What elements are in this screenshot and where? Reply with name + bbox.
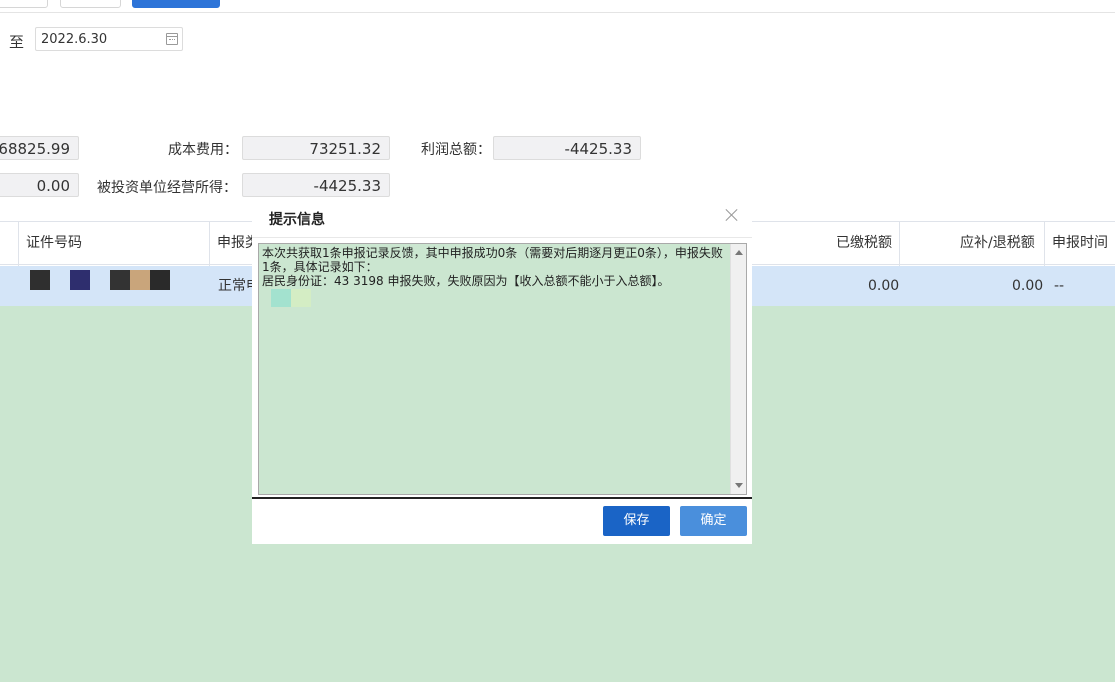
- header-declare-time: 申报时间: [1052, 235, 1108, 251]
- end-date-value: 2022.6.30: [41, 32, 108, 47]
- tax-declaration-page: 至 2022.6.30 68825.99 成本费用： 73251.32 利润总额…: [0, 0, 1115, 684]
- top-divider: [0, 12, 1115, 13]
- scroll-down-icon[interactable]: [735, 483, 743, 488]
- invested-income-field: -4425.33: [242, 173, 390, 197]
- profit-label: 利润总额：: [421, 142, 491, 158]
- header-id-number: 证件号码: [26, 235, 82, 251]
- redaction-block: [30, 270, 50, 290]
- scroll-up-icon[interactable]: [735, 250, 743, 255]
- header-refund-tax: 应补/退税额: [960, 235, 1035, 251]
- dialog-divider: [252, 237, 752, 238]
- income-total-field: 68825.99: [0, 136, 79, 160]
- message-scrollbar[interactable]: [730, 244, 746, 494]
- row-refund-tax: 0.00: [1012, 278, 1044, 294]
- row-paid-tax: 0.00: [868, 278, 900, 294]
- redaction-block: [291, 289, 311, 307]
- dialog-footer-divider: [252, 497, 752, 499]
- date-to-label: 至: [9, 33, 25, 51]
- redaction-block: [271, 289, 291, 307]
- calendar-icon[interactable]: [166, 33, 178, 45]
- dialog-message: 本次共获取1条申报记录反馈，其中申报成功0条（需要对后期逐月更正0条），申报失败…: [262, 246, 723, 288]
- close-icon[interactable]: [724, 207, 740, 223]
- invested-income-label: 被投资单位经营所得：: [97, 180, 237, 196]
- top-tab-button-active[interactable]: [132, 0, 220, 8]
- dialog-message-box[interactable]: 本次共获取1条申报记录反馈，其中申报成功0条（需要对后期逐月更正0条），申报失败…: [258, 243, 747, 495]
- end-date-input[interactable]: 2022.6.30: [35, 27, 183, 51]
- top-tab-button-1[interactable]: [0, 0, 48, 8]
- top-tab-button-2[interactable]: [60, 0, 121, 8]
- second-value-field: 0.00: [0, 173, 79, 197]
- redaction-block: [150, 270, 170, 290]
- redaction-block: [70, 270, 90, 290]
- redaction-block: [130, 270, 150, 290]
- cost-label: 成本费用：: [168, 142, 238, 158]
- redaction-block: [110, 270, 130, 290]
- confirm-button[interactable]: 确定: [680, 506, 747, 536]
- dialog-title: 提示信息: [269, 212, 325, 228]
- info-dialog: 提示信息 本次共获取1条申报记录反馈，其中申报成功0条（需要对后期逐月更正0条）…: [252, 201, 752, 544]
- row-declare-time: --: [1054, 278, 1065, 294]
- profit-field: -4425.33: [493, 136, 641, 160]
- cost-field: 73251.32: [242, 136, 390, 160]
- header-paid-tax: 已缴税额: [836, 235, 892, 251]
- save-button[interactable]: 保存: [603, 506, 670, 536]
